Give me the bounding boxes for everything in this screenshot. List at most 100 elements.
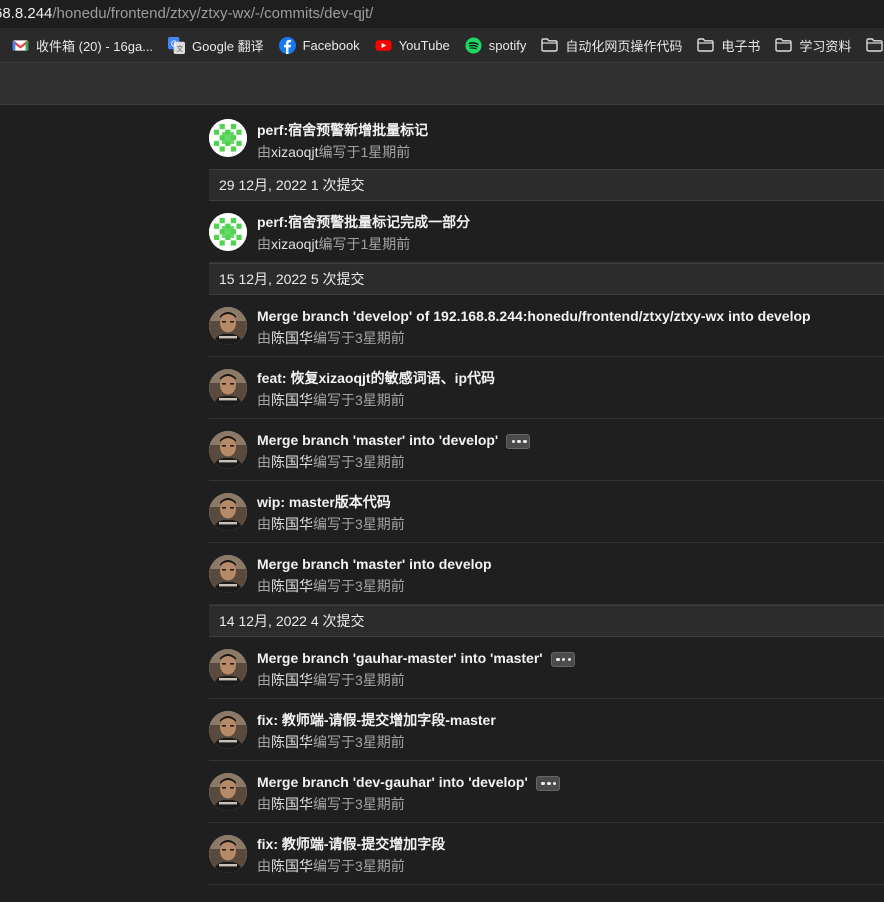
bookmark-item[interactable]: 自动化网页操作代码	[541, 36, 682, 55]
commit-title-wrap: Merge branch 'master' into 'develop'	[257, 431, 531, 449]
commit-title-wrap: Merge branch 'develop' of 192.168.8.244:…	[257, 307, 811, 325]
commit-time: 编写于3星期前	[313, 330, 405, 346]
commit-meta: 由陈国华编写于3星期前	[257, 453, 405, 471]
bookmark-item[interactable]: 收件箱 (20) - 16ga...	[12, 36, 153, 55]
facebook-icon	[278, 36, 303, 54]
commit-title-link[interactable]: wip: master版本代码	[257, 493, 391, 511]
commit-title-wrap: fix: 教师端-请假-提交增加字段-master	[257, 711, 496, 729]
commit-row: Merge branch 'dev-gauhar' into 'develop'…	[209, 761, 884, 823]
svg-text:文: 文	[177, 44, 184, 53]
commit-time: 编写于3星期前	[313, 734, 405, 750]
commit-author-link[interactable]: 陈国华	[271, 392, 313, 408]
commit-row: Merge branch 'develop' of 192.168.8.244:…	[209, 295, 884, 357]
commit-title-link[interactable]: perf:宿舍预警新增批量标记	[257, 121, 428, 139]
commit-row: fix: 教师端-请假-提交增加字段 由陈国华编写于3星期前	[209, 823, 884, 885]
folder-icon	[866, 38, 884, 52]
address-bar[interactable]: 68.8.244/honedu/frontend/ztxy/ztxy-wx/-/…	[0, 0, 884, 28]
commit-by-label: 由	[257, 236, 271, 252]
commit-author-link[interactable]: 陈国华	[271, 858, 313, 874]
bookmark-label: Facebook	[302, 37, 360, 53]
commit-author-link[interactable]: 陈国华	[271, 672, 313, 688]
bookmarks-bar: 收件箱 (20) - 16ga... G 文 Google 翻译 Facebook You…	[0, 28, 884, 63]
commit-title-link[interactable]: fix: 教师端-请假-提交增加字段-master	[257, 711, 496, 729]
commit-title-link[interactable]: feat: 恢复xizaoqjt的敏感词语、ip代码	[257, 369, 495, 387]
commit-meta: 由xizaoqjt编写于1星期前	[257, 235, 410, 253]
bookmark-item[interactable]: 宏	[866, 36, 884, 55]
commit-title-link[interactable]: Merge branch 'master' into develop	[257, 555, 492, 573]
commit-row: perf:宿舍预警新增批量标记 由xizaoqjt编写于1星期前	[209, 105, 884, 169]
commit-row: wip: master版本代码 由陈国华编写于3星期前	[209, 481, 884, 543]
commit-by-label: 由	[257, 330, 271, 346]
gmail-icon	[12, 37, 36, 54]
identicon-avatar[interactable]	[209, 213, 247, 251]
commit-title-wrap: wip: master版本代码	[257, 493, 391, 511]
commit-author-link[interactable]: xizaoqjt	[271, 236, 318, 252]
identicon-avatar[interactable]	[209, 119, 247, 157]
commit-title-wrap: feat: 恢复xizaoqjt的敏感词语、ip代码	[257, 369, 495, 387]
commit-row: feat: 恢复xizaoqjt的敏感词语、ip代码 由陈国华编写于3星期前	[209, 357, 884, 419]
photo-avatar[interactable]	[209, 431, 247, 469]
commit-time: 编写于3星期前	[313, 796, 405, 812]
expand-description-button[interactable]	[550, 651, 575, 667]
commit-title-wrap: Merge branch 'master' into develop	[257, 555, 492, 573]
bookmark-item[interactable]: 电子书	[697, 36, 760, 55]
commit-list: perf:宿舍预警新增批量标记 由xizaoqjt编写于1星期前 29 12月, 2…	[209, 105, 884, 885]
bookmark-item[interactable]: 学习资料	[775, 36, 851, 55]
commit-row: perf:宿舍预警批量标记完成一部分 由xizaoqjt编写于1星期前	[209, 201, 884, 263]
commit-title-link[interactable]: Merge branch 'dev-gauhar' into 'develop'	[257, 773, 528, 791]
bookmark-label: YouTube	[398, 37, 450, 53]
photo-avatar[interactable]	[209, 711, 247, 749]
commit-title-link[interactable]: perf:宿舍预警批量标记完成一部分	[257, 213, 470, 231]
url-host: 68.8.244	[0, 5, 53, 22]
photo-avatar[interactable]	[209, 307, 247, 345]
photo-avatar[interactable]	[209, 773, 247, 811]
commit-author-link[interactable]: 陈国华	[271, 516, 313, 532]
photo-avatar[interactable]	[209, 835, 247, 873]
commit-title-wrap: Merge branch 'dev-gauhar' into 'develop'	[257, 773, 560, 791]
commit-by-label: 由	[257, 454, 271, 470]
commit-time: 编写于3星期前	[313, 578, 405, 594]
commit-author-link[interactable]: 陈国华	[271, 454, 313, 470]
photo-avatar[interactable]	[209, 649, 247, 687]
bookmark-label: spotify	[488, 37, 527, 53]
commit-author-link[interactable]: 陈国华	[271, 734, 313, 750]
commit-meta: 由陈国华编写于3星期前	[257, 391, 405, 409]
bookmark-item[interactable]: G 文 Google 翻译	[168, 36, 264, 55]
commit-author-link[interactable]: 陈国华	[271, 578, 313, 594]
commit-by-label: 由	[257, 858, 271, 874]
bookmark-item[interactable]: Facebook	[278, 36, 360, 54]
commit-author-link[interactable]: xizaoqjt	[271, 144, 318, 160]
expand-description-button[interactable]	[506, 433, 531, 449]
commit-time: 编写于3星期前	[313, 516, 405, 532]
commits-page: perf:宿舍预警新增批量标记 由xizaoqjt编写于1星期前 29 12月, 2…	[0, 105, 884, 902]
spotify-icon	[465, 36, 489, 54]
photo-avatar[interactable]	[209, 555, 247, 593]
bookmark-label: 收件箱 (20) - 16ga...	[36, 38, 154, 54]
commit-by-label: 由	[257, 734, 271, 750]
commit-title-link[interactable]: fix: 教师端-请假-提交增加字段	[257, 835, 445, 853]
url-path: /honedu/frontend/ztxy/ztxy-wx/-/commits/…	[52, 5, 374, 22]
bookmark-item[interactable]: YouTube	[375, 37, 450, 54]
commit-meta: 由xizaoqjt编写于1星期前	[257, 143, 410, 161]
commit-title-link[interactable]: Merge branch 'gauhar-master' into 'maste…	[257, 649, 543, 667]
bookmark-item[interactable]: spotify	[465, 36, 527, 54]
commit-author-link[interactable]: 陈国华	[271, 330, 313, 346]
commit-title-link[interactable]: Merge branch 'develop' of 192.168.8.244:…	[257, 307, 811, 325]
folder-icon	[697, 38, 721, 52]
commit-title-wrap: fix: 教师端-请假-提交增加字段	[257, 835, 445, 853]
expand-description-button[interactable]	[535, 775, 560, 791]
photo-avatar[interactable]	[209, 369, 247, 407]
commit-row: fix: 教师端-请假-提交增加字段-master 由陈国华编写于3星期前	[209, 699, 884, 761]
folder-icon	[541, 38, 565, 52]
commit-row: Merge branch 'gauhar-master' into 'maste…	[209, 637, 884, 699]
bookmark-label: Google 翻译	[192, 38, 264, 54]
commit-meta: 由陈国华编写于3星期前	[257, 733, 405, 751]
commit-author-link[interactable]: 陈国华	[271, 796, 313, 812]
commit-title-link[interactable]: Merge branch 'master' into 'develop'	[257, 431, 498, 449]
bookmark-label: 自动化网页操作代码	[565, 38, 683, 54]
commit-meta: 由陈国华编写于3星期前	[257, 577, 405, 595]
commit-row: Merge branch 'master' into 'develop' 由陈国华…	[209, 419, 884, 481]
commit-title-wrap: Merge branch 'gauhar-master' into 'maste…	[257, 649, 575, 667]
photo-avatar[interactable]	[209, 493, 247, 531]
commit-title-wrap: perf:宿舍预警新增批量标记	[257, 121, 428, 139]
